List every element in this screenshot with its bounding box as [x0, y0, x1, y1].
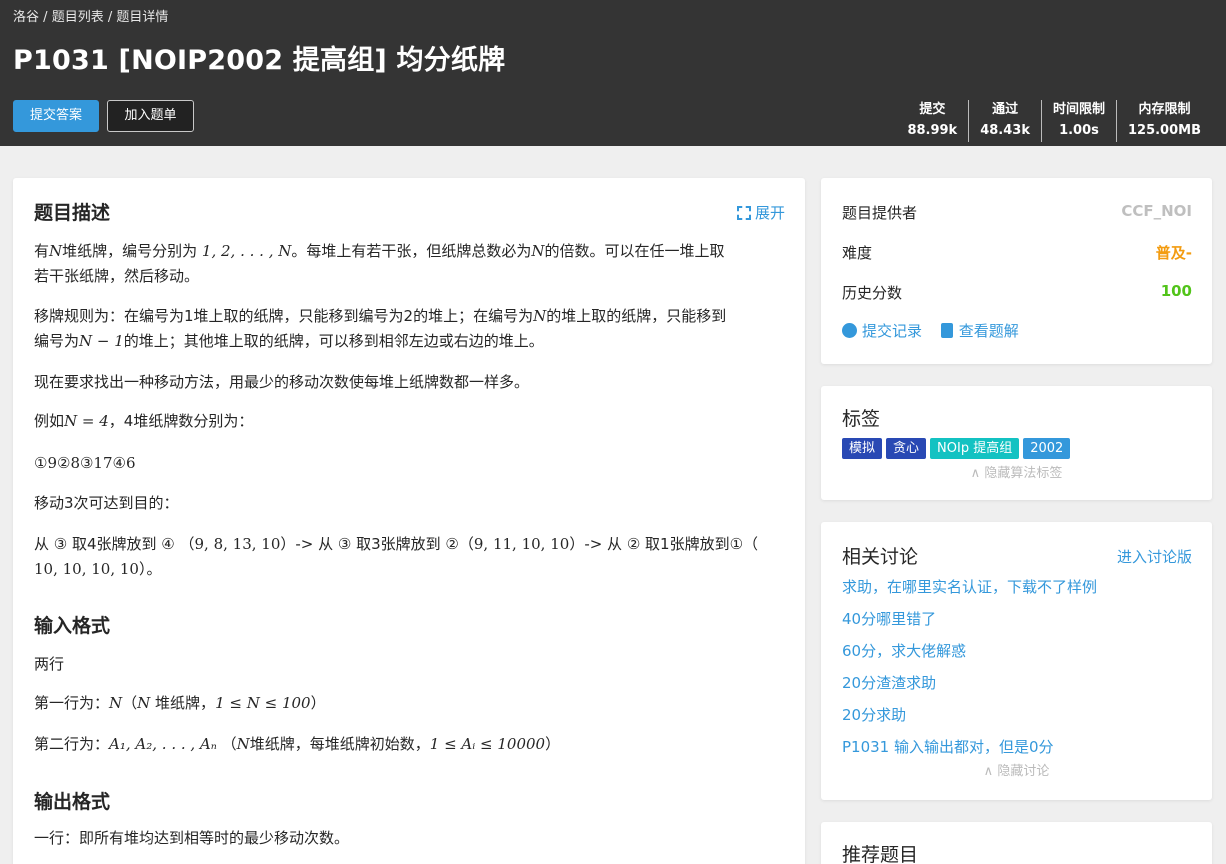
submission-records-link[interactable]: 提交记录 [842, 322, 922, 340]
difficulty-value: 普及- [1155, 244, 1192, 262]
stat-label: 时间限制 [1052, 102, 1105, 117]
stat-accepted: 通过 48.43k [968, 100, 1041, 142]
breadcrumb-sep: / [107, 10, 113, 25]
stat-time-limit: 时间限制 1.00s [1040, 100, 1116, 142]
stat-value: 48.43k [980, 123, 1030, 138]
description-paragraph-2: 移牌规则为：在编号为1堆上取的纸牌，只能移到编号为2的堆上；在编号为N的堆上取的… [34, 307, 727, 350]
provider-value[interactable]: CCF_NOI [1121, 202, 1192, 220]
stat-value: 88.99k [907, 123, 958, 138]
tags-card: 标签 模拟 贪心 NOIp 提高组 2002 ∧ 隐藏算法标签 [821, 386, 1212, 500]
stat-submissions: 提交 88.99k [896, 100, 968, 142]
recommend-card: 推荐题目 [821, 822, 1212, 864]
problem-stats: 提交 88.99k 通过 48.43k 时间限制 1.00s 内存限制 125.… [896, 100, 1212, 142]
stat-label: 内存限制 [1138, 102, 1191, 117]
input-line-2: 第一行为：N（N 堆纸牌，1 ≤ N ≤ 100） [34, 694, 326, 712]
view-solutions-link[interactable]: 查看题解 [940, 322, 1019, 340]
breadcrumb-sep: / [43, 10, 48, 25]
problem-info-card: 题目提供者 CCF_NOI 难度 普及- 历史分数 100 提交记录 查看题解 [821, 178, 1212, 364]
discussion-link[interactable]: 60分，求大佬解惑 [842, 640, 966, 661]
output-heading: 输出格式 [34, 791, 111, 813]
problem-content-card: 题目描述 展开 有N堆纸牌，编号分别为 1, 2, . . . , N。每堆上有… [13, 178, 805, 864]
discussion-card: 相关讨论 进入讨论版 求助，在哪里实名认证，下载不了样例 40分哪里错了 60分… [821, 522, 1212, 800]
discussion-link[interactable]: P1031 输入输出都对，但是0分 [842, 736, 1054, 757]
stat-label: 提交 [919, 102, 946, 117]
tag-simulation[interactable]: 模拟 [842, 438, 883, 459]
pie-chart-icon [842, 323, 857, 338]
tag-noip-senior[interactable]: NOIp 提高组 [930, 438, 1020, 459]
tags-heading: 标签 [842, 408, 881, 430]
discussion-link[interactable]: 20分渣渣求助 [842, 672, 936, 693]
expand-button[interactable]: 展开 [736, 202, 785, 223]
book-icon [940, 323, 953, 338]
tag-greedy[interactable]: 贪心 [886, 438, 927, 459]
discussion-link[interactable]: 求助，在哪里实名认证，下载不了样例 [842, 576, 1097, 597]
page-title: P1031 [NOIP2002 提高组] 均分纸牌 [13, 45, 506, 76]
recommend-heading: 推荐题目 [842, 844, 919, 864]
enter-forum-link[interactable]: 进入讨论版 [1117, 546, 1192, 567]
provider-label: 题目提供者 [842, 204, 918, 222]
hide-discussion-toggle[interactable]: ∧ 隐藏讨论 [821, 760, 1212, 779]
stat-value: 1.00s [1059, 123, 1099, 138]
discussion-link[interactable]: 40分哪里错了 [842, 608, 936, 629]
submit-answer-button[interactable]: 提交答案 [13, 100, 99, 132]
stat-memory-limit: 内存限制 125.00MB [1115, 100, 1212, 142]
breadcrumb: 洛谷 / 题目列表 / 题目详情 [13, 6, 168, 25]
description-paragraph-1: 有N堆纸牌，编号分别为 1, 2, . . . , N。每堆上有若干张，但纸牌总… [34, 242, 725, 285]
add-to-list-button[interactable]: 加入题单 [107, 100, 194, 132]
description-paragraph-3: 现在要求找出一种移动方法，用最少的移动次数使每堆上纸牌数都一样多。 [34, 373, 530, 391]
discussion-link[interactable]: 20分求助 [842, 704, 906, 725]
hide-tags-toggle[interactable]: ∧ 隐藏算法标签 [821, 462, 1212, 481]
input-line-1: 两行 [34, 655, 65, 673]
output-line-1: 一行：即所有堆均达到相等时的最少移动次数。 [34, 829, 350, 847]
stat-label: 通过 [992, 102, 1019, 117]
input-heading: 输入格式 [34, 615, 111, 637]
history-score-value: 100 [1160, 282, 1192, 300]
discussion-heading: 相关讨论 [842, 546, 919, 568]
breadcrumb-list[interactable]: 题目列表 [52, 10, 104, 25]
difficulty-label: 难度 [842, 244, 873, 262]
breadcrumb-detail[interactable]: 题目详情 [116, 10, 168, 25]
description-paragraph-6: 移动3次可达到目的： [34, 494, 179, 512]
info-links: 提交记录 查看题解 [842, 320, 1033, 341]
expand-icon [736, 206, 751, 220]
tag-year[interactable]: 2002 [1023, 438, 1071, 459]
expand-label: 展开 [754, 204, 785, 222]
description-paragraph-4: 例如N = 4，4堆纸牌数分别为： [34, 412, 254, 430]
problem-header: 洛谷 / 题目列表 / 题目详情 P1031 [NOIP2002 提高组] 均分… [0, 0, 1226, 146]
breadcrumb-home[interactable]: 洛谷 [13, 10, 39, 25]
tag-list: 模拟 贪心 NOIp 提高组 2002 [842, 438, 1071, 459]
description-paragraph-7: 从 ③ 取4张牌放到 ④ （9, 8, 13, 10）-> 从 ③ 取3张牌放到… [34, 535, 759, 578]
description-paragraph-5: ①9②8③17④6 [34, 454, 136, 472]
history-score-label: 历史分数 [842, 284, 903, 302]
description-heading: 题目描述 [34, 202, 111, 224]
stat-value: 125.00MB [1127, 123, 1201, 138]
input-line-3: 第二行为：A₁, A₂, . . . , Aₙ （N堆纸牌，每堆纸牌初始数，1 … [34, 735, 561, 753]
